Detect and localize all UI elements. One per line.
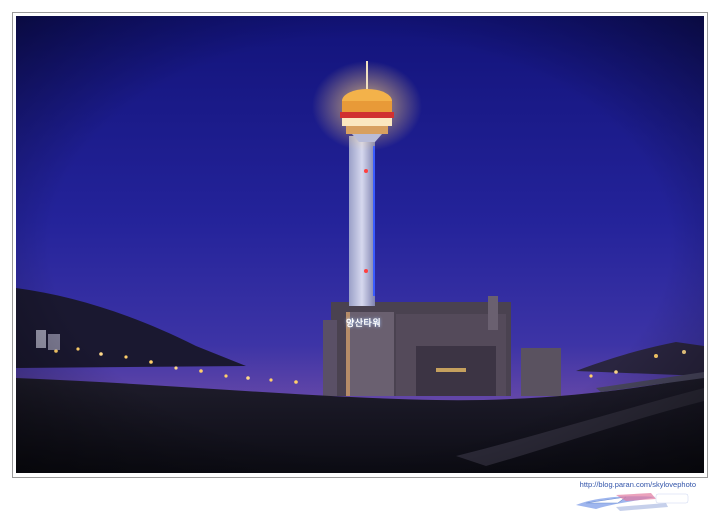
tower-sign: 양산타워 — [346, 318, 382, 328]
watermark-url: http://blog.paran.com/skylovephoto — [579, 480, 696, 489]
vignette — [16, 16, 704, 473]
photo-scene — [16, 16, 704, 473]
night-tower-photo: 양산타워 — [16, 16, 704, 473]
watermark: http://blog.paran.com/skylovephoto — [546, 480, 696, 514]
paran-logo-icon — [576, 493, 689, 511]
